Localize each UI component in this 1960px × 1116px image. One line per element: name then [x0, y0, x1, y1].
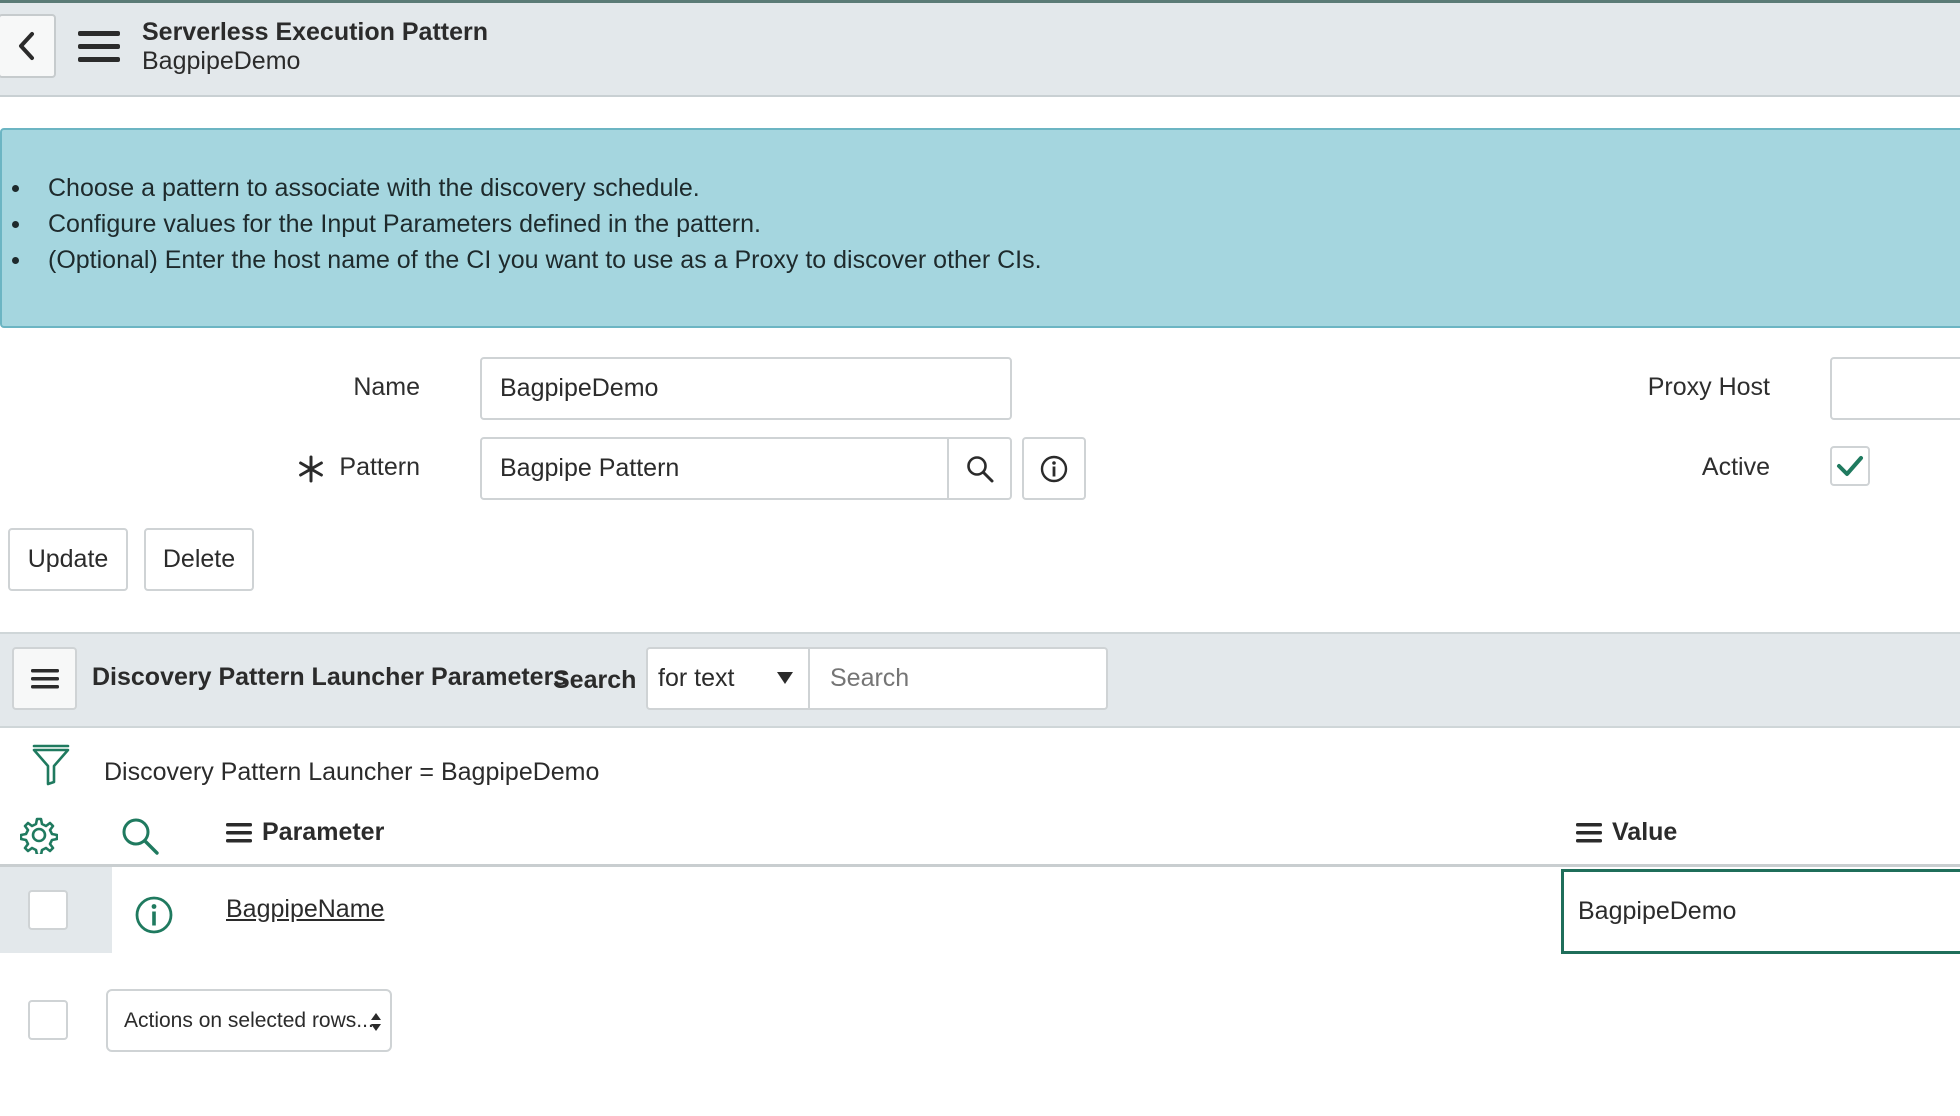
back-button[interactable]	[0, 14, 56, 78]
related-list-title: Discovery Pattern Launcher Parameters	[92, 663, 568, 691]
column-menu-icon	[1576, 822, 1602, 842]
info-icon	[1040, 455, 1068, 482]
column-header-value-label: Value	[1612, 818, 1678, 846]
info-item: Choose a pattern to associate with the d…	[2, 170, 1042, 206]
info-item: Configure values for the Input Parameter…	[2, 206, 1042, 242]
search-icon	[122, 818, 159, 855]
gear-icon	[19, 817, 59, 857]
row-checkbox[interactable]	[28, 890, 68, 930]
parameter-link[interactable]: BagpipeName	[226, 895, 384, 924]
proxy-host-label: Proxy Host	[1647, 373, 1770, 401]
filter-toggle-button[interactable]	[32, 744, 70, 791]
info-icon	[135, 896, 173, 934]
column-header-value[interactable]: Value	[1576, 818, 1677, 847]
value-cell-editor[interactable]: BagpipeDemo	[1561, 869, 1960, 954]
search-field-select[interactable]: for text	[646, 647, 810, 710]
active-label: Active	[1701, 453, 1770, 481]
column-search-button[interactable]	[120, 816, 160, 861]
delete-button[interactable]: Delete	[144, 528, 254, 591]
filter-icon	[32, 744, 70, 786]
column-header-parameter[interactable]: Parameter	[226, 818, 384, 847]
name-label: Name	[353, 373, 420, 401]
search-field-select-value: for text	[658, 664, 735, 692]
personalize-list-button[interactable]	[19, 816, 59, 859]
pattern-lookup-button[interactable]	[947, 437, 1012, 500]
actions-select[interactable]: Actions on selected rows...	[106, 989, 392, 1052]
pattern-info-button[interactable]	[1022, 437, 1086, 500]
checkmark-icon	[1837, 456, 1863, 476]
select-arrows-icon	[371, 1013, 381, 1031]
hamburger-icon	[30, 668, 59, 688]
search-input-container	[808, 647, 1108, 710]
list-menu-button[interactable]	[12, 647, 77, 710]
form-menu-button[interactable]	[78, 29, 120, 65]
proxy-host-field[interactable]	[1830, 357, 1960, 420]
chevron-left-icon	[19, 32, 34, 60]
actions-select-label: Actions on selected rows...	[124, 1008, 374, 1032]
search-input[interactable]	[828, 663, 1088, 694]
column-header-parameter-label: Parameter	[262, 818, 385, 846]
filter-breadcrumb[interactable]: Discovery Pattern Launcher = BagpipeDemo	[104, 758, 599, 787]
info-list: Choose a pattern to associate with the d…	[2, 170, 1042, 278]
name-field[interactable]: BagpipeDemo	[480, 357, 1012, 420]
info-banner: Choose a pattern to associate with the d…	[0, 128, 1960, 328]
update-button[interactable]: Update	[8, 528, 128, 591]
select-all-checkbox[interactable]	[28, 1000, 68, 1040]
search-icon	[966, 455, 993, 482]
search-label: Search	[553, 666, 637, 694]
page-title: Serverless Execution Pattern	[142, 18, 488, 46]
page-subtitle: BagpipeDemo	[142, 47, 301, 75]
pattern-field[interactable]: Bagpipe Pattern	[480, 437, 949, 500]
caret-down-icon	[777, 672, 793, 684]
hamburger-icon	[78, 31, 120, 62]
row-preview-button[interactable]	[134, 895, 174, 940]
info-item: (Optional) Enter the host name of the CI…	[2, 242, 1042, 278]
active-checkbox[interactable]	[1830, 446, 1870, 486]
header-divider	[0, 864, 1960, 867]
column-menu-icon	[226, 822, 252, 842]
pattern-label: Pattern	[339, 453, 420, 481]
